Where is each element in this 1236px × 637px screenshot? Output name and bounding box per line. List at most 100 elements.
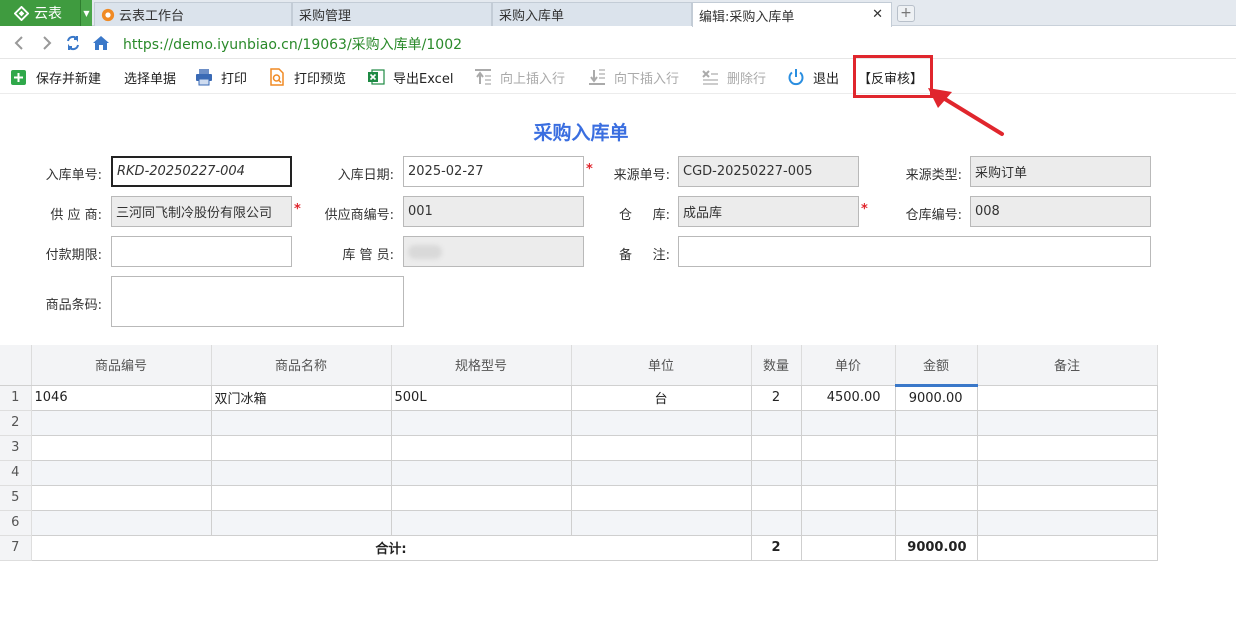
export-excel-button[interactable]: 导出Excel	[367, 68, 453, 87]
source-no-field[interactable]: CGD-20250227-005	[678, 156, 859, 187]
tab-purchase-management[interactable]: 采购管理	[292, 2, 492, 26]
cell-price[interactable]	[800, 509, 896, 536]
keeper-field[interactable]	[403, 236, 584, 267]
cell-amount[interactable]	[894, 409, 978, 436]
cell-name[interactable]: 双门冰箱	[210, 384, 392, 411]
cell-price[interactable]	[800, 459, 896, 486]
cell-spec[interactable]	[390, 434, 572, 461]
cell-name[interactable]	[210, 409, 392, 436]
cell-price[interactable]	[800, 484, 896, 511]
table-row[interactable]: 4	[0, 459, 1158, 486]
cell-unit[interactable]	[570, 409, 752, 436]
column-header[interactable]: 金额	[895, 345, 978, 387]
cell-qty[interactable]: 2	[750, 384, 802, 411]
cell-qty[interactable]	[750, 484, 802, 511]
tab-edit-purchase-receipt[interactable]: 编辑:采购入库单 ✕	[692, 2, 892, 27]
cell-amount[interactable]	[894, 434, 978, 461]
tab-purchase-receipt[interactable]: 采购入库单	[492, 2, 692, 26]
cell-code[interactable]	[30, 459, 212, 486]
receipt-date-field[interactable]: 2025-02-27	[403, 156, 584, 187]
cell-name[interactable]	[210, 434, 392, 461]
select-document-button[interactable]: 选择单据	[124, 68, 176, 87]
table-row[interactable]: 1 1046 双门冰箱 500L 台 2 4500.00 9000.00	[0, 384, 1158, 411]
warehouse-code-field[interactable]: 008	[970, 196, 1151, 227]
cell-remark[interactable]	[976, 484, 1158, 511]
cell-name[interactable]	[210, 484, 392, 511]
app-dropdown-icon[interactable]: ▼	[80, 0, 92, 26]
cell-spec[interactable]: 500L	[390, 384, 572, 411]
cell-unit[interactable]	[570, 509, 752, 536]
remark-field[interactable]	[678, 236, 1151, 267]
column-header[interactable]: 数量	[751, 345, 802, 386]
cell-qty[interactable]	[750, 509, 802, 536]
column-header[interactable]: 单价	[801, 345, 896, 386]
save-and-new-button[interactable]: 保存并新建	[10, 68, 101, 87]
cell-amount[interactable]: 9000.00	[894, 384, 978, 411]
refresh-icon[interactable]	[64, 34, 82, 52]
print-button[interactable]: 打印	[195, 68, 247, 87]
cell-price[interactable]: 4500.00	[800, 384, 896, 411]
cell-amount[interactable]	[894, 459, 978, 486]
app-name: 云表	[34, 6, 62, 22]
cell-remark[interactable]	[976, 384, 1158, 411]
barcode-field[interactable]	[111, 276, 404, 327]
home-icon[interactable]	[92, 34, 110, 52]
column-header[interactable]: 备注	[977, 345, 1158, 386]
cell-name[interactable]	[210, 459, 392, 486]
column-header[interactable]: 商品编号	[31, 345, 212, 386]
cell-unit[interactable]	[570, 434, 752, 461]
cell-remark[interactable]	[976, 409, 1158, 436]
print-preview-button[interactable]: 打印预览	[268, 68, 346, 87]
cell-code[interactable]	[30, 409, 212, 436]
forward-icon[interactable]	[38, 34, 56, 52]
cell-price[interactable]	[800, 409, 896, 436]
cell-unit[interactable]	[570, 484, 752, 511]
cell-unit[interactable]	[570, 459, 752, 486]
insert-row-above-button[interactable]: 向上插入行	[474, 68, 565, 87]
exit-button[interactable]: 退出	[787, 68, 839, 87]
table-row[interactable]: 5	[0, 484, 1158, 511]
cell-code[interactable]	[30, 434, 212, 461]
close-icon[interactable]: ✕	[872, 7, 883, 22]
back-icon[interactable]	[10, 34, 28, 52]
warehouse-field[interactable]: 成品库	[678, 196, 859, 227]
supplier-code-field[interactable]: 001	[403, 196, 584, 227]
cell-spec[interactable]	[390, 409, 572, 436]
cell-amount[interactable]	[894, 484, 978, 511]
barcode-label: 商品条码:	[45, 298, 102, 313]
source-type-field[interactable]: 采购订单	[970, 156, 1151, 187]
cell-qty[interactable]	[750, 409, 802, 436]
table-row[interactable]: 3	[0, 434, 1158, 461]
table-row[interactable]: 2	[0, 409, 1158, 436]
delete-row-button[interactable]: 删除行	[701, 68, 766, 87]
cell-spec[interactable]	[390, 509, 572, 536]
url-field[interactable]: https://demo.iyunbiao.cn/19063/采购入库单/100…	[123, 34, 462, 54]
cell-name[interactable]	[210, 509, 392, 536]
row-number: 6	[0, 509, 32, 536]
table-row[interactable]: 6	[0, 509, 1158, 536]
cell-spec[interactable]	[390, 459, 572, 486]
cell-qty[interactable]	[750, 434, 802, 461]
column-header[interactable]: 商品名称	[211, 345, 392, 386]
cell-spec[interactable]	[390, 484, 572, 511]
cell-remark[interactable]	[976, 509, 1158, 536]
tab-workbench[interactable]: 云表工作台	[94, 2, 292, 26]
supplier-field[interactable]: 三河同飞制冷股份有限公司	[111, 196, 292, 227]
add-tab-button[interactable]: +	[897, 5, 915, 22]
insert-row-below-button[interactable]: 向下插入行	[588, 68, 679, 87]
column-header[interactable]: 规格型号	[391, 345, 572, 386]
app-menu-button[interactable]: 云表	[0, 0, 80, 26]
cell-unit[interactable]: 台	[570, 384, 752, 411]
column-header[interactable]: 单位	[571, 345, 752, 386]
payment-term-field[interactable]	[111, 236, 292, 267]
cell-amount[interactable]	[894, 509, 978, 536]
cell-qty[interactable]	[750, 459, 802, 486]
cell-code[interactable]	[30, 509, 212, 536]
cell-remark[interactable]	[976, 434, 1158, 461]
cell-remark[interactable]	[976, 459, 1158, 486]
cell-price[interactable]	[800, 434, 896, 461]
cell-code[interactable]: 1046	[30, 384, 212, 411]
cell-code[interactable]	[30, 484, 212, 511]
receipt-no-field[interactable]: RKD-20250227-004	[111, 156, 292, 187]
total-price-empty	[800, 534, 896, 561]
